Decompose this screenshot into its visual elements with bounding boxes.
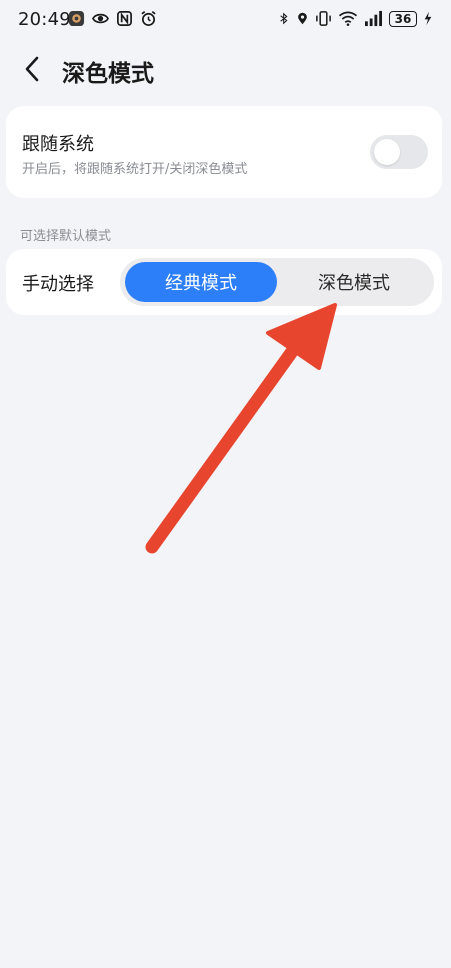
eye-icon [92,13,109,24]
chevron-left-icon [25,56,39,82]
follow-system-description: 开启后，将跟随系统打开/关闭深色模式 [22,162,248,177]
follow-system-toggle[interactable] [370,135,428,169]
wifi-icon [338,11,358,26]
alarm-icon [141,11,156,26]
manual-select-card: 手动选择 经典模式 深色模式 [6,249,442,315]
app-icon [68,10,85,27]
signal-icon [365,10,382,27]
status-time: 20:49 [18,9,71,30]
bluetooth-icon [280,12,288,25]
status-bar: 20:49 36 [0,0,451,40]
charging-icon [424,11,432,26]
nfc-icon [117,11,132,26]
header: 深色模式 [0,44,451,92]
follow-system-card: 跟随系统 开启后，将跟随系统打开/关闭深色模式 [6,106,442,198]
location-icon [298,12,307,25]
page-title: 深色模式 [62,61,154,87]
status-right-icons: 36 [278,10,433,27]
classic-mode-option[interactable]: 经典模式 [125,262,277,302]
status-left-icons [68,10,157,27]
section-label: 可选择默认模式 [20,229,112,244]
dark-mode-option[interactable]: 深色模式 [278,262,430,302]
toggle-knob [374,139,400,165]
mode-segmented-control: 经典模式 深色模式 [120,258,434,306]
follow-system-title: 跟随系统 [22,134,94,155]
battery-icon: 36 [389,10,417,27]
back-button[interactable] [16,54,48,84]
vibrate-icon [316,11,331,26]
manual-select-label: 手动选择 [22,274,94,295]
